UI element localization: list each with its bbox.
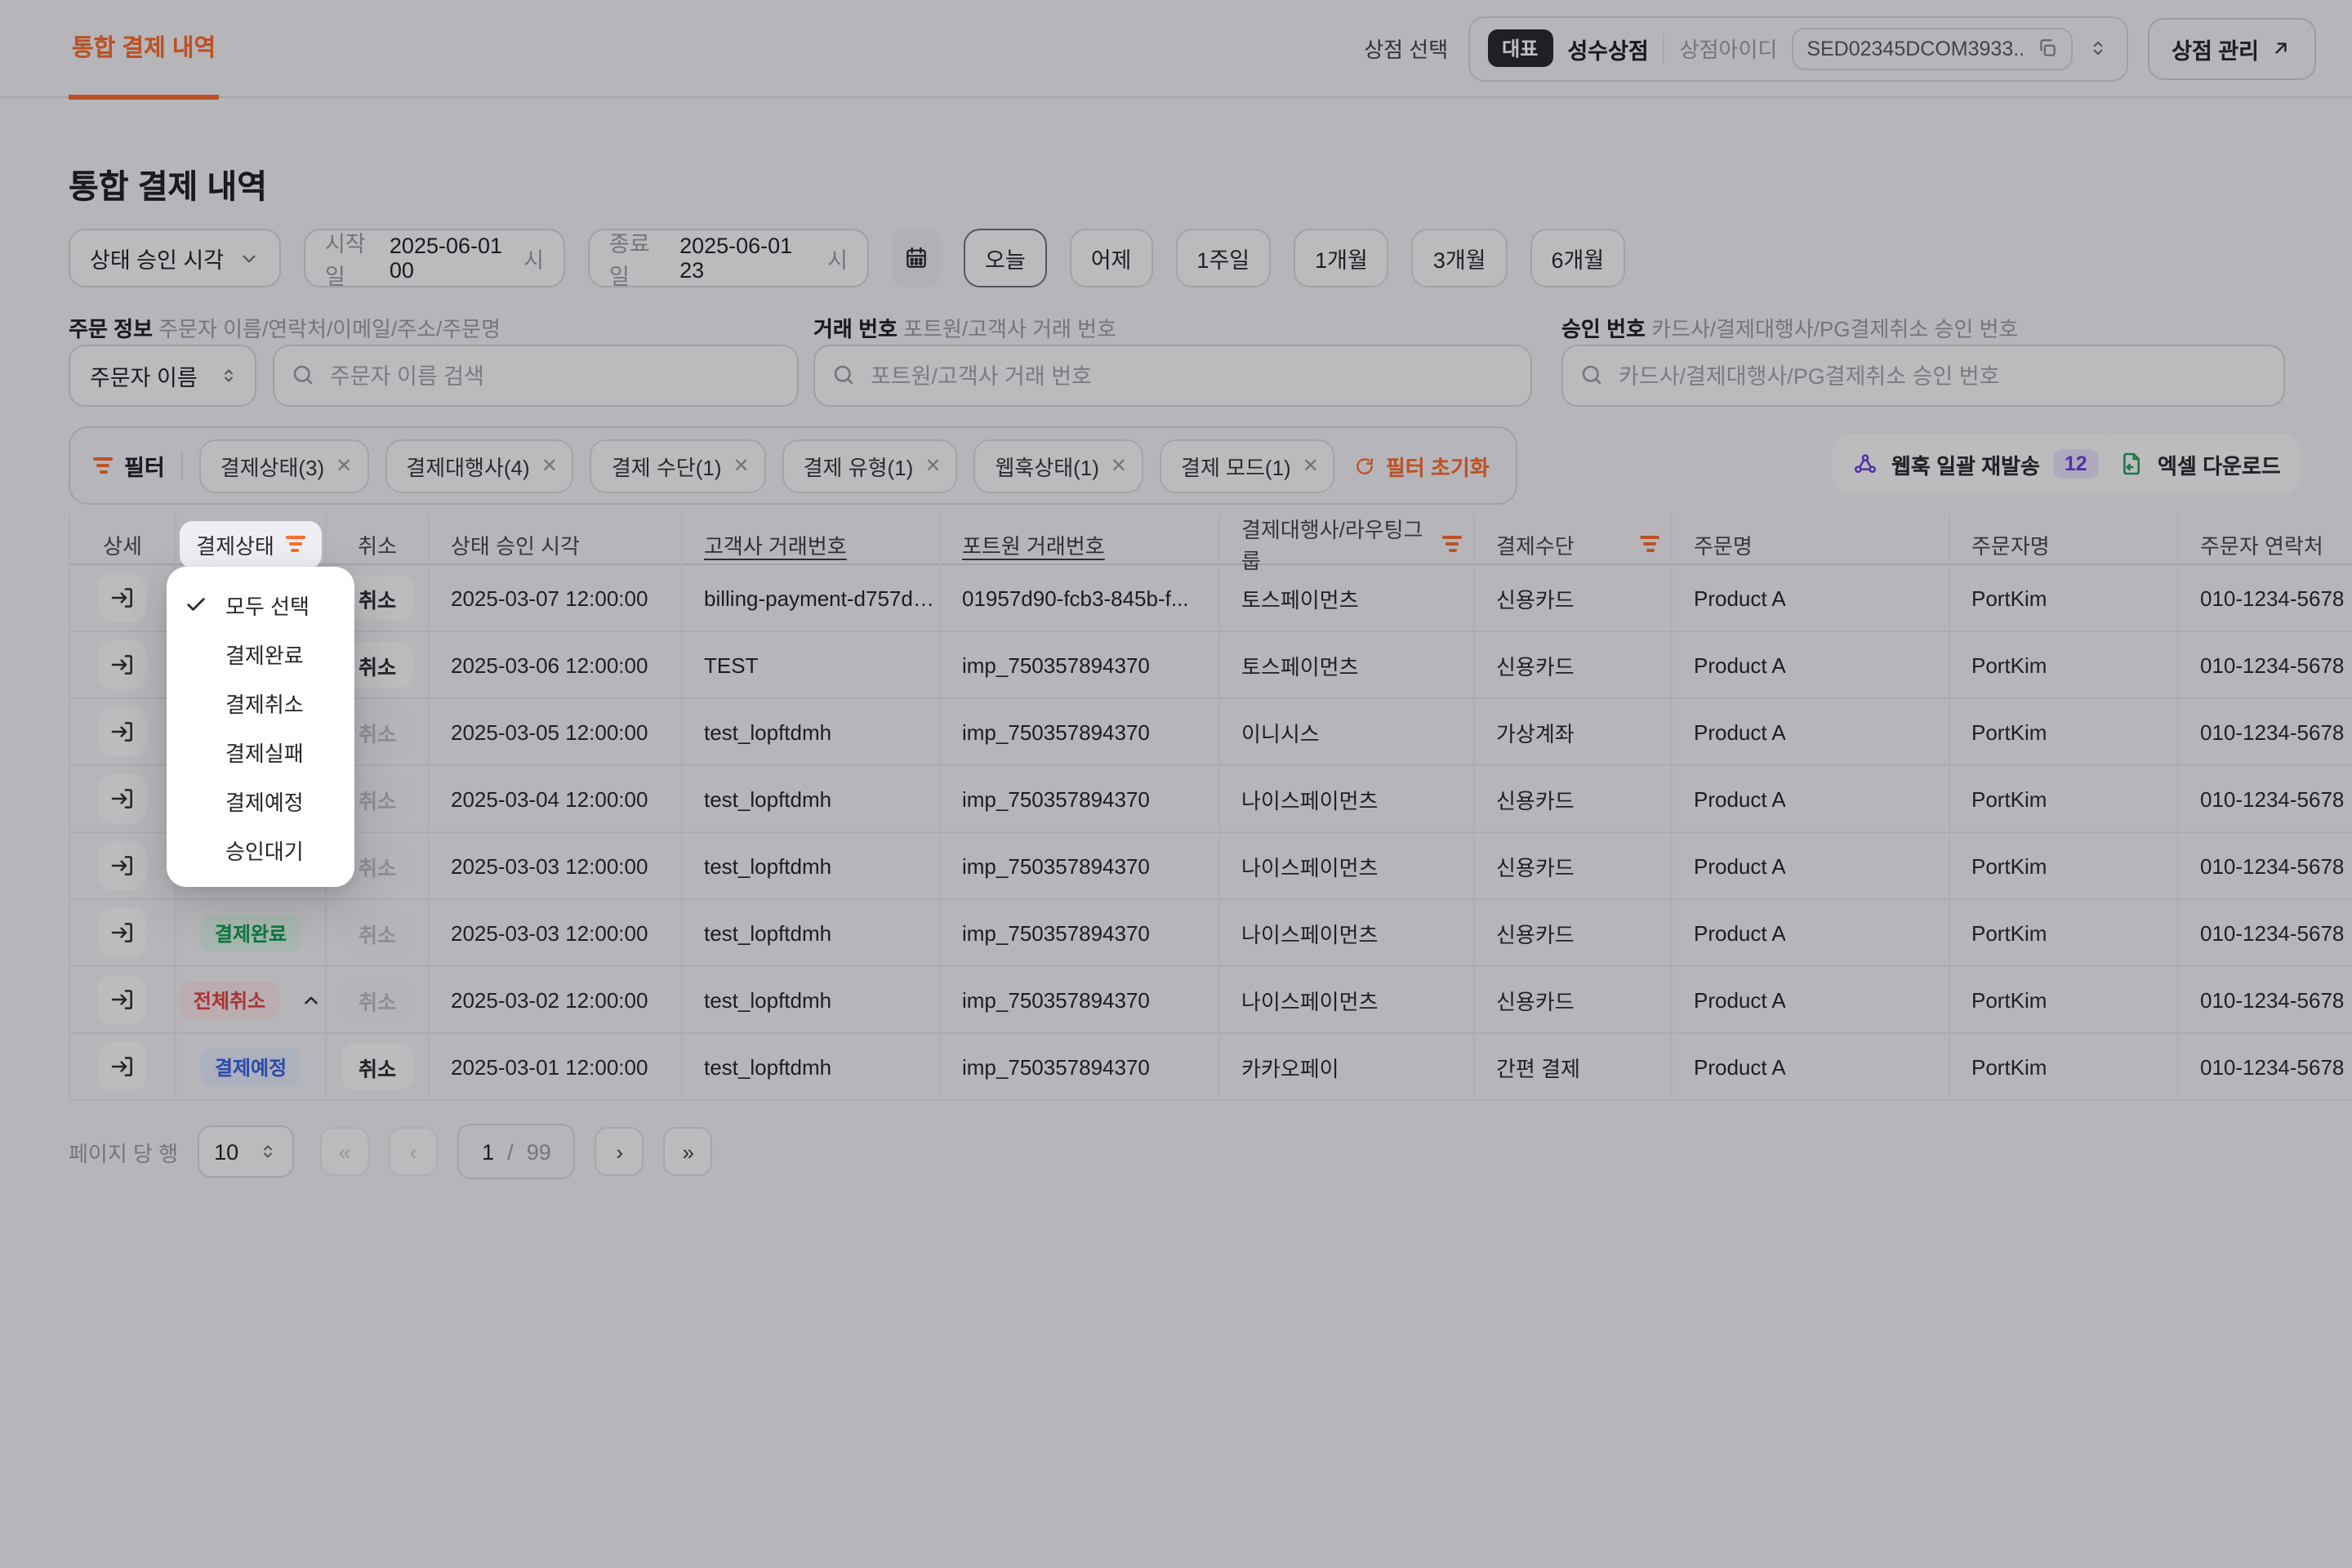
dropdown-item-failed[interactable]: 결제실패 xyxy=(167,727,354,776)
dropdown-item-cancelled[interactable]: 결제취소 xyxy=(167,678,354,727)
dropdown-item-scheduled[interactable]: 결제예정 xyxy=(167,776,354,825)
dropdown-item-pending[interactable]: 승인대기 xyxy=(167,825,354,874)
app-viewport: 통합 결제 내역 상점 선택 대표 성수상점 상점아이디 SED02345DCO… xyxy=(0,0,2352,1568)
filter-funnel-icon xyxy=(286,532,305,555)
col-payment-status: 결제상태 xyxy=(176,513,327,575)
dropdown-item-paid[interactable]: 결제완료 xyxy=(167,629,354,678)
payment-status-filter-trigger[interactable]: 결제상태 xyxy=(180,520,322,568)
dropdown-item-select-all[interactable]: 모두 선택 xyxy=(167,580,354,629)
check-icon xyxy=(185,593,207,616)
payment-status-dropdown: 모두 선택 결제완료 결제취소 결제실패 결제예정 승인대기 xyxy=(167,567,354,887)
